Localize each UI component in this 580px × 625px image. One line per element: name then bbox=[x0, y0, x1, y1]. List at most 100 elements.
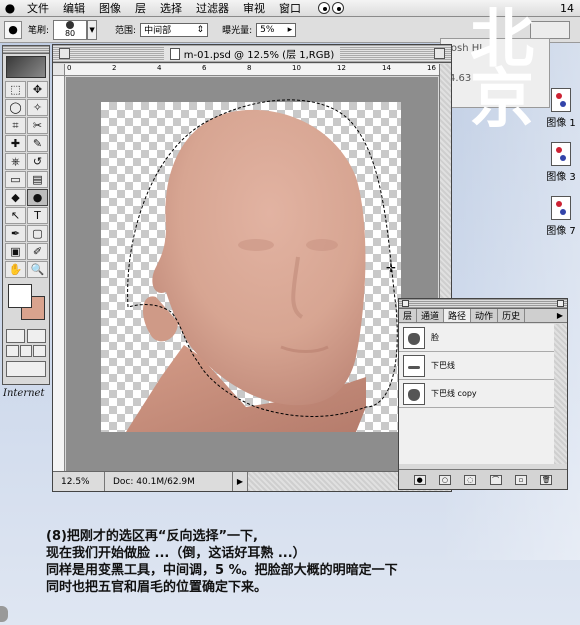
hand-icon[interactable]: ✋ bbox=[5, 261, 26, 278]
desktop-icon-image-7[interactable]: 图像 7 bbox=[536, 196, 580, 237]
zoom-box-icon[interactable] bbox=[434, 48, 445, 59]
eraser-icon[interactable]: ▭ bbox=[5, 171, 26, 188]
tools-title-bar[interactable] bbox=[3, 46, 49, 54]
ruler-tick-label: 10 bbox=[292, 64, 301, 72]
zoom-icon[interactable]: 🔍 bbox=[27, 261, 48, 278]
dodge-icon[interactable]: ● bbox=[27, 189, 48, 206]
palette-menu-icon[interactable]: ▶ bbox=[553, 309, 567, 322]
path-name: 下巴线 bbox=[431, 361, 455, 370]
quick-mask-button[interactable] bbox=[27, 329, 46, 343]
menu-file[interactable]: 文件 bbox=[20, 0, 56, 16]
pen-icon[interactable]: ✒ bbox=[5, 225, 26, 242]
image-file-icon bbox=[551, 142, 571, 166]
caption-line-4: 同时也把五官和眉毛的位置确定下来。 bbox=[46, 580, 268, 595]
menu-select[interactable]: 选择 bbox=[153, 0, 189, 16]
exposure-field[interactable]: 5% ▸ bbox=[256, 22, 297, 37]
range-select[interactable]: 中间部 ⇕ bbox=[140, 22, 209, 37]
desktop-icon-image-3[interactable]: 图像 3 bbox=[536, 142, 580, 183]
image-file-icon bbox=[551, 196, 571, 220]
exposure-value: 5% bbox=[260, 24, 275, 35]
brush-dropdown-button[interactable]: ▼ bbox=[87, 19, 98, 40]
brush-icon[interactable]: ✎ bbox=[27, 135, 48, 152]
paths-palette: 层 通道 路径 动作 历史 ▶ 脸 下巴线 下巴线 copy ● ○ ◌ ⌒ ▫… bbox=[398, 298, 568, 490]
jump-to-imageready-button[interactable] bbox=[6, 361, 46, 377]
desktop-icon-image-1[interactable]: 图像 1 bbox=[536, 88, 580, 129]
gradient-icon[interactable]: ▤ bbox=[27, 171, 48, 188]
heal-icon[interactable]: ✚ bbox=[5, 135, 26, 152]
desktop-icon-label: 图像 1 bbox=[546, 118, 576, 129]
path-select-icon[interactable]: ↖ bbox=[5, 207, 26, 224]
menu-filter[interactable]: 过滤器 bbox=[189, 0, 236, 16]
tab-channels[interactable]: 通道 bbox=[417, 309, 445, 322]
path-name: 脸 bbox=[431, 333, 439, 342]
document-icon bbox=[169, 47, 180, 60]
standard-mode-button[interactable] bbox=[6, 329, 25, 343]
magic-wand-icon[interactable]: ✧ bbox=[27, 99, 48, 116]
marquee-icon[interactable]: ⬚ bbox=[5, 81, 26, 98]
fill-path-icon[interactable]: ● bbox=[413, 474, 426, 485]
menu-window[interactable]: 窗口 bbox=[272, 0, 308, 16]
apple-menu-icon[interactable]: ● bbox=[0, 1, 20, 15]
history-brush-icon[interactable]: ↺ bbox=[27, 153, 48, 170]
tools-palette: ⬚ ✥ ◯ ✧ ⌗ ✂ ✚ ✎ ⎈ ↺ ▭ ▤ ◆ ● ↖ T ✒ ▢ ▣ ✐ ✋ 🔍 bbox=[2, 45, 50, 385]
tool-grid: ⬚ ✥ ◯ ✧ ⌗ ✂ ✚ ✎ ⎈ ↺ ▭ ▤ ◆ ● ↖ T ✒ ▢ ▣ ✐ ✋ 🔍 bbox=[3, 80, 49, 279]
crop-icon[interactable]: ⌗ bbox=[5, 117, 26, 134]
palette-close-icon[interactable] bbox=[402, 300, 409, 307]
make-work-path-icon[interactable]: ⌒ bbox=[489, 474, 502, 485]
stroke-path-icon[interactable]: ○ bbox=[438, 474, 451, 485]
menu-view[interactable]: 审视 bbox=[236, 0, 272, 16]
tab-history[interactable]: 历史 bbox=[498, 309, 526, 322]
mask-mode bbox=[3, 329, 49, 343]
ruler-horizontal: 0 2 4 6 8 10 12 14 16 bbox=[65, 64, 439, 76]
eyedropper-icon[interactable]: ✐ bbox=[27, 243, 48, 260]
tab-actions[interactable]: 动作 bbox=[471, 309, 499, 322]
exposure-label: 曝光量: bbox=[222, 26, 253, 36]
right-eye-area bbox=[306, 239, 338, 251]
palette-zoom-icon[interactable] bbox=[557, 300, 564, 307]
menu-edit[interactable]: 编辑 bbox=[56, 0, 92, 16]
path-row-jawline[interactable]: 下巴线 bbox=[399, 352, 554, 380]
path-thumbnail bbox=[403, 326, 425, 349]
screen-mode-full[interactable] bbox=[33, 345, 47, 357]
image-file-icon bbox=[551, 88, 571, 112]
paths-title-bar[interactable] bbox=[399, 299, 567, 309]
document-title: m-01.psd @ 12.5% (层 1,RGB) bbox=[183, 50, 335, 61]
paths-scrollbar[interactable] bbox=[554, 324, 567, 464]
document-title-bar[interactable]: m-01.psd @ 12.5% (层 1,RGB) bbox=[53, 45, 451, 63]
close-box-icon[interactable] bbox=[59, 48, 70, 59]
path-row-jawline-copy[interactable]: 下巴线 copy bbox=[399, 380, 554, 408]
ruler-tick-label: 2 bbox=[112, 64, 117, 72]
menu-layer[interactable]: 层 bbox=[128, 0, 153, 16]
screen-mode-full-menu[interactable] bbox=[19, 345, 33, 357]
tutorial-caption: (8)把刚才的选区再“反向选择”一下, 现在我们开始做脸 ...（倒，这话好耳熟… bbox=[46, 528, 398, 596]
notes-icon[interactable]: ▣ bbox=[5, 243, 26, 260]
new-path-icon[interactable]: ▫ bbox=[514, 474, 527, 485]
brush-preview-icon bbox=[66, 21, 75, 29]
ruler-origin[interactable] bbox=[53, 64, 65, 76]
zoom-level[interactable]: 12.5% bbox=[53, 472, 105, 491]
slice-icon[interactable]: ✂ bbox=[27, 117, 48, 134]
tab-paths[interactable]: 路径 bbox=[444, 309, 472, 322]
screen-mode-standard[interactable] bbox=[6, 345, 19, 357]
shape-icon[interactable]: ▢ bbox=[27, 225, 48, 242]
canvas-area[interactable]: ✛ bbox=[66, 77, 438, 472]
caption-line-2: 现在我们开始做脸 ...（倒，这话好耳熟 ...） bbox=[46, 546, 306, 561]
delete-path-icon[interactable]: 🗑 bbox=[540, 474, 553, 485]
dodge-tool-icon[interactable]: ● bbox=[4, 20, 22, 39]
path-row-face[interactable]: 脸 bbox=[399, 324, 554, 352]
screen-modes bbox=[3, 343, 49, 359]
blur-icon[interactable]: ◆ bbox=[5, 189, 26, 206]
tab-layers[interactable]: 层 bbox=[399, 309, 418, 322]
desktop-corner-tab[interactable] bbox=[0, 606, 8, 622]
status-menu-arrow-icon[interactable]: ▶ bbox=[233, 477, 247, 486]
type-icon[interactable]: T bbox=[27, 207, 48, 224]
move-icon[interactable]: ✥ bbox=[27, 81, 48, 98]
range-value: 中间部 bbox=[144, 26, 172, 36]
load-selection-icon[interactable]: ◌ bbox=[464, 474, 477, 485]
photoshop-logo[interactable] bbox=[6, 56, 46, 78]
brush-picker[interactable]: 80 bbox=[53, 19, 88, 40]
menu-image[interactable]: 图像 bbox=[92, 0, 128, 16]
stamp-icon[interactable]: ⎈ bbox=[5, 153, 26, 170]
foreground-color-swatch[interactable] bbox=[8, 284, 32, 308]
lasso-icon[interactable]: ◯ bbox=[5, 99, 26, 116]
